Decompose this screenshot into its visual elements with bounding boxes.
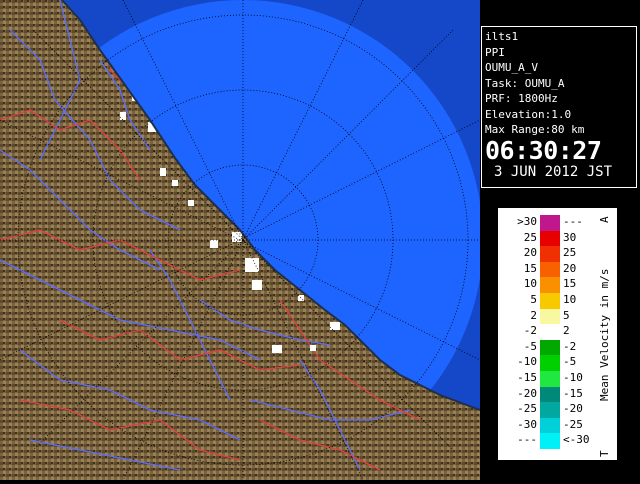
legend-color-swatch — [540, 308, 560, 325]
velocity-legend: >30 --- 25 30 20 25 15 20 10 15 5 10 2 5 -2 2 -5 -2 -10 -5-… — [498, 208, 617, 460]
legend-lower-bound: -2 — [523, 324, 537, 338]
legend-lower-bound: 5 — [530, 293, 537, 306]
legend-color-swatch — [540, 339, 560, 356]
legend-upper-bound: 20 — [563, 261, 577, 275]
legend-lower-bound: -5 — [523, 339, 537, 353]
legend-upper-bound: --- — [563, 215, 583, 228]
scan-info-panel: ilts1 PPI OUMU_A_V Task: OUMU_A PRF: 180… — [481, 26, 637, 188]
legend-upper-bound: -15 — [563, 386, 583, 400]
legend-lower-bound: -15 — [517, 371, 537, 384]
legend-upper-bound: 10 — [563, 293, 577, 306]
legend-upper-bound: -20 — [563, 402, 583, 416]
legend-color-swatch — [540, 355, 560, 371]
legend-upper-bound: -5 — [563, 355, 577, 369]
legend-lower-bound: -10 — [517, 355, 537, 369]
scan-date: 3 JUN 2012 JST — [494, 163, 613, 180]
scan-name: OUMU_A_V — [485, 61, 538, 74]
legend-upper-bound: -2 — [563, 339, 577, 353]
legend-upper-bound: 2 — [563, 324, 570, 338]
legend-color-swatch — [540, 324, 560, 340]
legend-color-swatch — [540, 402, 560, 418]
station-name: ilts1 — [485, 30, 519, 43]
legend-upper-bound: 5 — [563, 308, 570, 322]
prf-value: PRF: 1800Hz — [485, 92, 558, 105]
legend-lower-bound: 20 — [523, 246, 537, 260]
legend-upper-bound: <-30 — [563, 433, 590, 447]
task-name: Task: OUMU_A — [485, 76, 565, 90]
legend-color-swatch — [540, 386, 560, 403]
legend-title-column: A Mean Velocity in m/s T — [593, 209, 617, 461]
legend-bottom-marker: T — [598, 450, 611, 457]
elevation-value: Elevation:1.0 — [485, 107, 572, 121]
legend-color-swatch — [540, 215, 560, 231]
legend-lower-bound: -20 — [517, 386, 537, 400]
legend-lower-bound: 15 — [523, 261, 537, 275]
radar-ppi-map[interactable] — [0, 0, 483, 481]
scan-time: 06:30:27 — [485, 135, 602, 165]
scan-mode: PPI — [485, 45, 505, 59]
legend-lower-bound: -30 — [517, 417, 537, 431]
legend-color-swatch — [540, 230, 560, 247]
legend-lower-bound: 10 — [523, 277, 537, 291]
legend-color-swatch — [540, 417, 560, 434]
legend-color-swatch — [540, 246, 560, 262]
legend-lower-bound: >30 — [517, 215, 537, 228]
legend-color-swatch — [540, 371, 560, 387]
legend-color-swatch — [540, 433, 560, 449]
legend-color-swatch — [540, 293, 560, 309]
map-canvas — [0, 0, 483, 481]
legend-upper-bound: 15 — [563, 277, 577, 291]
legend-upper-bound: -25 — [563, 417, 583, 431]
legend-top-marker: A — [598, 216, 611, 223]
legend-upper-bound: 25 — [563, 246, 577, 260]
legend-color-swatch — [540, 261, 560, 278]
legend-lower-bound: 25 — [523, 230, 537, 244]
legend-upper-bound: -10 — [563, 371, 583, 384]
legend-lower-bound: --- — [517, 433, 537, 447]
legend-title: Mean Velocity in m/s — [598, 268, 611, 401]
legend-upper-bound: 30 — [563, 230, 577, 244]
legend-lower-bound: 2 — [530, 308, 537, 322]
legend-lower-bound: -25 — [517, 402, 537, 416]
legend-color-swatch — [540, 277, 560, 293]
